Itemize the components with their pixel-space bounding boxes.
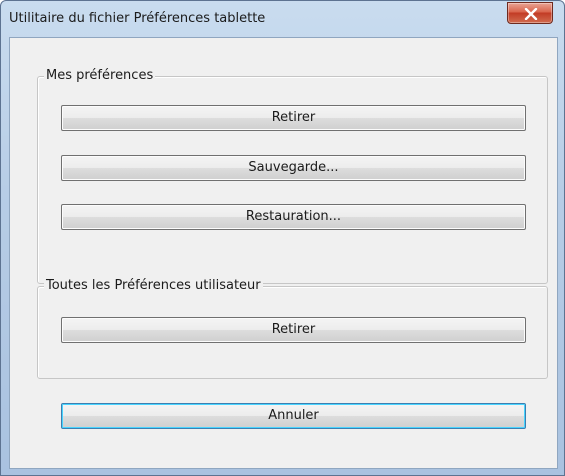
title-bar[interactable]: Utilitaire du fichier Préférences tablet… [1,1,564,37]
all-user-preferences-label: Toutes les Préférences utilisateur [44,278,263,294]
restore-button[interactable]: Restauration... [61,204,526,230]
cancel-button[interactable]: Annuler [61,403,526,429]
dialog-client-area: Mes préférences Retirer Sauvegarde... Re… [9,37,558,469]
close-icon [524,8,538,20]
close-button[interactable] [507,2,553,24]
remove-my-preferences-button[interactable]: Retirer [61,105,526,131]
window-title: Utilitaire du fichier Préférences tablet… [9,11,266,26]
remove-all-preferences-button[interactable]: Retirer [61,317,526,343]
backup-button[interactable]: Sauvegarde... [61,155,526,181]
my-preferences-label: Mes préférences [44,68,156,84]
dialog-window: Utilitaire du fichier Préférences tablet… [0,0,565,476]
